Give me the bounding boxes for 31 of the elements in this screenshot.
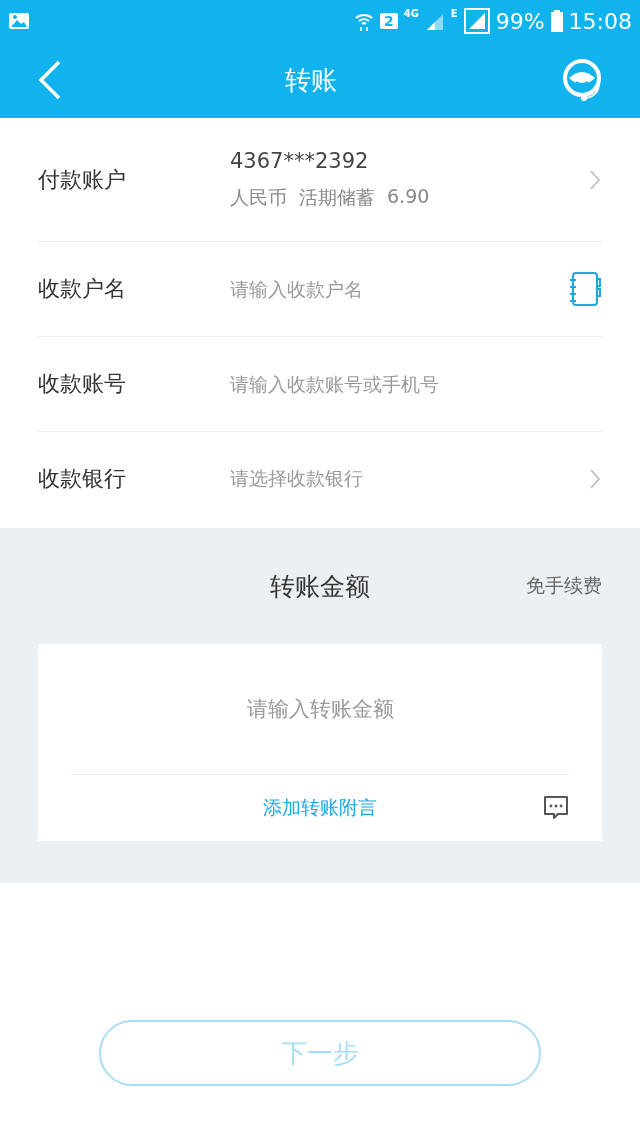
battery-level: 99% xyxy=(495,8,545,34)
page-title: 转账 xyxy=(285,63,337,97)
account-balance: 6.90 xyxy=(387,184,430,209)
chevron-right-icon xyxy=(588,468,602,490)
fee-note: 免手续费 xyxy=(526,573,602,598)
account-type: 活期储蓄 xyxy=(299,184,375,210)
field-label: 付款账户 xyxy=(38,165,127,194)
signal-icon xyxy=(463,8,490,34)
form-row[interactable]: 收款银行 请选择收款银行 xyxy=(38,432,602,526)
sim-indicator: 2 xyxy=(379,13,398,29)
chevron-right-icon xyxy=(588,168,602,191)
gallery-icon xyxy=(8,12,30,30)
form-row[interactable]: 收款账号 请输入收款账号或手机号 xyxy=(38,337,602,432)
section-title: 转账金额 xyxy=(270,570,370,603)
network-type: E xyxy=(450,8,458,19)
account-number: 4367***2392 xyxy=(230,148,369,173)
field-label: 收款银行 xyxy=(38,465,127,493)
address-book-icon xyxy=(568,271,602,307)
chat-icon xyxy=(543,795,569,821)
form-row[interactable]: 收款户名 请输入收款户名 xyxy=(38,242,602,337)
network-type: 4G xyxy=(403,8,419,19)
clock: 15:08 xyxy=(568,8,632,34)
message-button[interactable] xyxy=(543,795,569,821)
back-button[interactable] xyxy=(38,60,62,100)
field-label: 收款账号 xyxy=(38,370,127,398)
back-icon xyxy=(38,60,62,100)
battery-icon xyxy=(550,10,563,32)
currency: 人民币 xyxy=(230,184,287,210)
contacts-button[interactable] xyxy=(568,271,602,307)
field-label: 收款户名 xyxy=(38,275,127,303)
form-row[interactable]: 付款账户 4367***2392 人民币 活期储蓄 6.90 xyxy=(38,118,602,242)
